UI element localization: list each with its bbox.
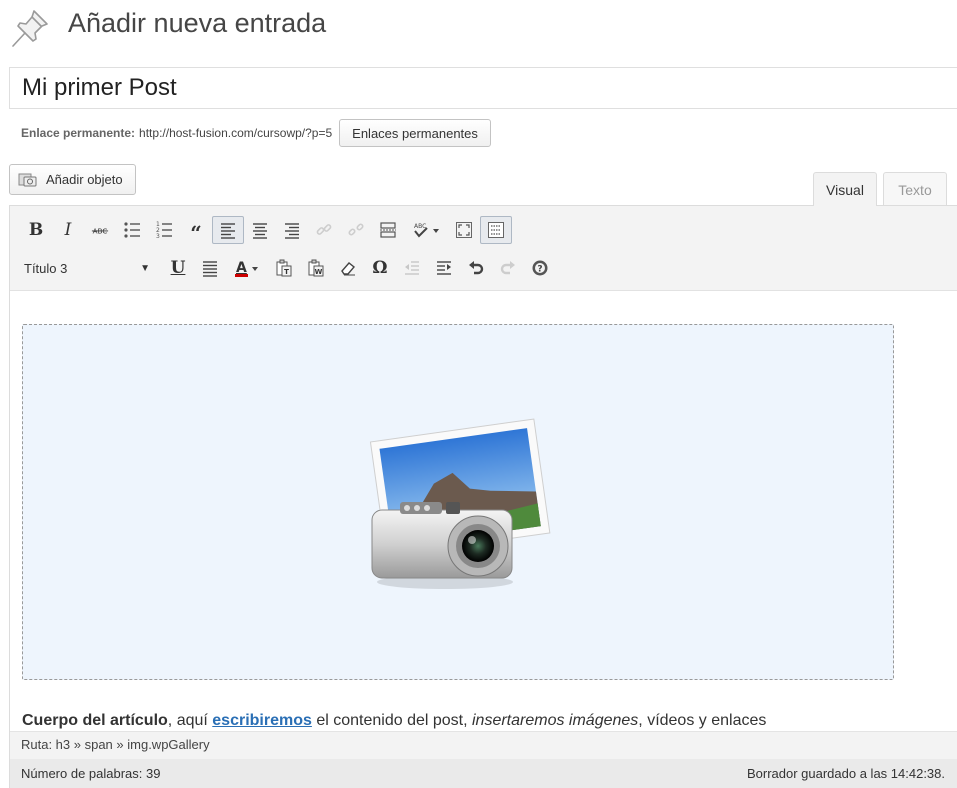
- align-center-icon[interactable]: [244, 216, 276, 244]
- redo-icon[interactable]: [492, 254, 524, 282]
- indent-icon[interactable]: [428, 254, 460, 282]
- tab-visual[interactable]: Visual: [813, 172, 877, 206]
- format-select-value: Título 3: [24, 260, 68, 276]
- content-segment: , vídeos y enlaces: [638, 712, 767, 729]
- content-segment: , aquí: [167, 712, 213, 729]
- kitchen-sink-icon[interactable]: [480, 216, 512, 244]
- format-select[interactable]: Título 3 ▼: [20, 254, 156, 282]
- special-character-icon[interactable]: Ω: [364, 254, 396, 282]
- insert-link-icon[interactable]: [308, 216, 340, 244]
- word-count: Número de palabras: 39: [21, 766, 161, 781]
- insert-more-icon[interactable]: [372, 216, 404, 244]
- page-title: Añadir nueva entrada: [68, 8, 327, 38]
- svg-text:3: 3: [156, 233, 160, 239]
- content-segment: insertaremos imágenes: [472, 712, 639, 729]
- strikethrough-icon[interactable]: ABC: [84, 216, 116, 244]
- svg-text:W: W: [315, 268, 323, 276]
- permalink-label: Enlace permanente:: [21, 126, 136, 140]
- numbered-list-icon[interactable]: 123: [148, 216, 180, 244]
- content-link[interactable]: escribiremos: [212, 712, 312, 729]
- svg-text:?: ?: [537, 265, 542, 275]
- bold-icon[interactable]: B: [20, 216, 52, 244]
- post-title-input[interactable]: Mi primer Post: [9, 67, 957, 109]
- tab-text[interactable]: Texto: [883, 172, 947, 206]
- gallery-camera-photo-icon: [360, 410, 555, 595]
- svg-text:ABC: ABC: [414, 223, 426, 230]
- toolbar-row-2: Título 3 ▼ U A T W Ω ?: [20, 252, 556, 284]
- fullscreen-icon[interactable]: [448, 216, 480, 244]
- autosave-status: Borrador guardado a las 14:42:38.: [746, 766, 945, 781]
- outdent-icon[interactable]: [396, 254, 428, 282]
- remove-link-icon[interactable]: [340, 216, 372, 244]
- align-left-icon[interactable]: [212, 216, 244, 244]
- permalinks-button[interactable]: Enlaces permanentes: [339, 119, 491, 147]
- permalink-row: Enlace permanente: http://host-fusion.co…: [21, 119, 491, 147]
- content-segment: Cuerpo del artículo: [22, 712, 168, 729]
- pushpin-icon: [8, 6, 52, 50]
- element-path-bar: Ruta: h3 » span » img.wpGallery: [10, 731, 957, 759]
- svg-text:T: T: [284, 268, 289, 276]
- paste-text-icon[interactable]: T: [268, 254, 300, 282]
- chevron-down-icon: ▼: [140, 262, 150, 274]
- paste-word-icon[interactable]: W: [300, 254, 332, 282]
- align-right-icon[interactable]: [276, 216, 308, 244]
- post-content-text[interactable]: Cuerpo del artículo, aquí escribiremos e…: [22, 712, 922, 732]
- add-media-button[interactable]: Añadir objeto: [9, 164, 136, 195]
- bullet-list-icon[interactable]: [116, 216, 148, 244]
- toolbar-row-1: B I ABC 123 “ ABC: [20, 214, 512, 246]
- justify-icon[interactable]: [194, 254, 226, 282]
- content-segment: el contenido del post,: [311, 712, 472, 729]
- permalink-url[interactable]: http://host-fusion.com/cursowp/?p=5: [139, 126, 332, 140]
- undo-icon[interactable]: [460, 254, 492, 282]
- word-count-bar: Número de palabras: 39 Borrador guardado…: [10, 759, 957, 788]
- text-color-icon[interactable]: A: [226, 254, 268, 282]
- italic-icon[interactable]: I: [52, 216, 84, 244]
- clear-formatting-icon[interactable]: [332, 254, 364, 282]
- help-icon[interactable]: ?: [524, 254, 556, 282]
- media-camera-icon: [18, 172, 38, 188]
- blockquote-icon[interactable]: “: [180, 216, 212, 245]
- add-media-label: Añadir objeto: [46, 172, 123, 187]
- editor-toolbar: B I ABC 123 “ ABC Título 3 ▼ U A T W Ω ?: [10, 206, 957, 291]
- underline-icon[interactable]: U: [162, 254, 194, 282]
- svg-text:A: A: [236, 260, 247, 276]
- spellcheck-icon[interactable]: ABC: [404, 216, 448, 244]
